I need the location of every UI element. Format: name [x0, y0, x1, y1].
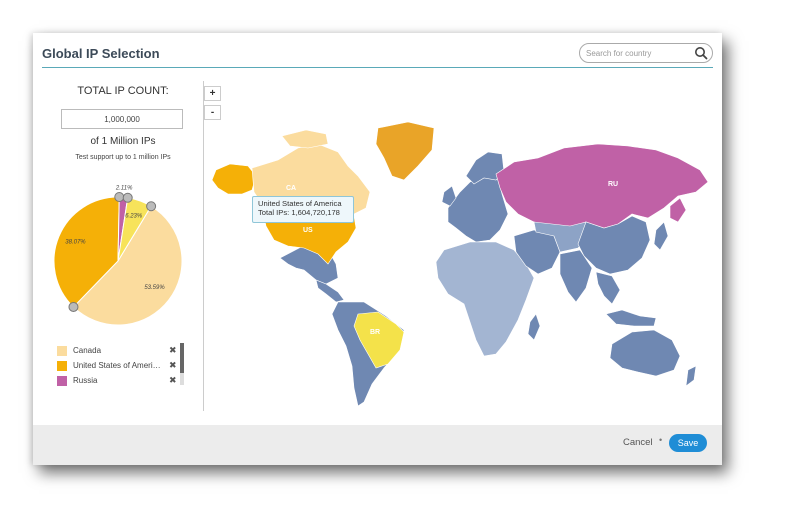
tooltip-total-ips: Total IPs: 1,604,720,178	[258, 208, 340, 217]
legend-item-canada: Canada ✖	[57, 344, 187, 359]
country-tooltip: United States of America Total IPs: 1,60…	[252, 196, 354, 223]
map-label-ca: CA	[286, 185, 296, 192]
ip-count-input[interactable]	[61, 109, 183, 129]
pie-slice-label: 2.11%	[115, 185, 133, 191]
save-button[interactable]: Save	[669, 434, 707, 452]
pie-slice-label: 6.23%	[125, 214, 143, 220]
zoom-in-button[interactable]: +	[204, 86, 221, 101]
legend-item-usa: United States of America ✖	[57, 359, 187, 374]
title-divider	[42, 67, 713, 68]
ip-count-summary: of 1 Million IPs	[90, 136, 156, 147]
map-region-new-zealand[interactable]	[685, 365, 697, 387]
map-region-kamchatka[interactable]	[669, 197, 687, 223]
dialog-title: Global IP Selection	[42, 46, 160, 61]
map-region-europe[interactable]	[447, 175, 509, 243]
country-search	[579, 43, 713, 63]
legend-swatch	[57, 376, 67, 386]
pie-slice-label: 38.07%	[65, 239, 86, 245]
pie-drag-handle[interactable]	[146, 201, 157, 212]
map-region-alaska[interactable]	[211, 163, 257, 195]
search-input[interactable]	[586, 46, 690, 60]
map-label-us: US	[303, 227, 313, 234]
legend-item-russia: Russia ✖	[57, 374, 187, 389]
scrollbar-thumb[interactable]	[180, 343, 184, 373]
map-region-central-america[interactable]	[315, 279, 345, 303]
map-region-africa[interactable]	[435, 241, 535, 357]
legend-scrollbar[interactable]	[180, 343, 184, 385]
global-ip-selection-dialog: Global IP Selection TOTAL IP COUNT: of 1…	[33, 33, 722, 465]
remove-usa-icon[interactable]: ✖	[169, 360, 177, 371]
map-region-indonesia[interactable]	[605, 309, 657, 327]
remove-russia-icon[interactable]: ✖	[169, 375, 177, 386]
map-region-australia[interactable]	[609, 329, 681, 377]
cancel-button[interactable]: Cancel	[623, 437, 653, 448]
tooltip-country: United States of America	[258, 199, 342, 208]
legend-label: Russia	[73, 376, 98, 385]
dialog-footer: Cancel • Save	[33, 425, 722, 465]
country-legend: Canada ✖ United States of America ✖ Russ…	[57, 344, 187, 389]
map-region-madagascar[interactable]	[527, 313, 541, 341]
pie-drag-handle[interactable]	[122, 192, 133, 203]
total-ip-count-label: TOTAL IP COUNT:	[77, 85, 169, 97]
legend-swatch	[57, 361, 67, 371]
map-region-greenland[interactable]	[375, 121, 435, 181]
map-region-canada-islands[interactable]	[281, 129, 329, 149]
pie-drag-handle[interactable]	[68, 301, 79, 312]
ip-count-panel: TOTAL IP COUNT: of 1 Million IPs Test su…	[33, 73, 203, 413]
ip-distribution-pie-chart: 53.59% 38.07% 2.11% 6.23%	[53, 185, 183, 326]
map-label-ru: RU	[608, 181, 618, 188]
legend-label: United States of America	[73, 361, 161, 370]
legend-label: Canada	[73, 346, 102, 355]
map-label-br: BR	[370, 329, 380, 336]
ip-support-note: Test support up to 1 million IPs	[75, 154, 171, 161]
pie-slice-label: 53.59%	[144, 285, 165, 291]
search-icon[interactable]	[694, 46, 708, 60]
legend-swatch	[57, 346, 67, 356]
pie-drag-handle[interactable]	[114, 192, 125, 203]
map-region-southeast-asia[interactable]	[595, 271, 621, 305]
world-map[interactable]: CA US RU BR	[208, 118, 716, 418]
remove-canada-icon[interactable]: ✖	[169, 345, 177, 356]
footer-separator: •	[659, 435, 663, 445]
panel-divider	[203, 81, 204, 411]
map-region-japan[interactable]	[653, 221, 669, 251]
